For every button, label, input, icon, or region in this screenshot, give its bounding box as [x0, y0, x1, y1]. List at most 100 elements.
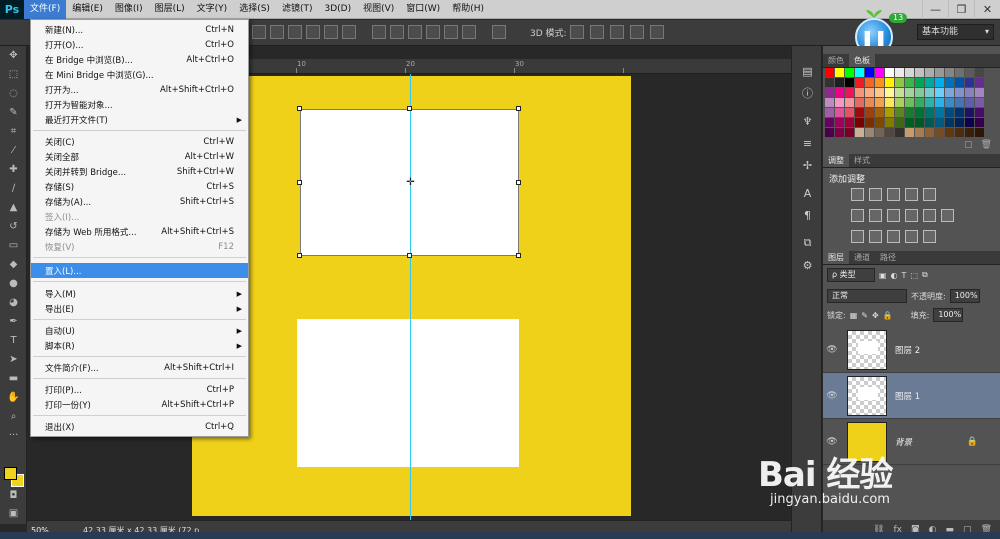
menu-item-scripts[interactable]: 脚本(R) ▶: [31, 338, 248, 353]
blend-mode-select[interactable]: 正常: [827, 289, 907, 303]
color-swatch[interactable]: [825, 108, 834, 117]
brush-panel-icon[interactable]: ≡: [792, 132, 823, 154]
color-swatch[interactable]: [935, 128, 944, 137]
color-swatch[interactable]: [975, 78, 984, 87]
color-swatch[interactable]: [895, 78, 904, 87]
color-swatch[interactable]: [855, 78, 864, 87]
curves-icon[interactable]: [887, 188, 900, 201]
color-swatch[interactable]: [945, 78, 954, 87]
transform-handle[interactable]: [516, 180, 521, 185]
transform-handle[interactable]: [297, 253, 302, 258]
tab-paths[interactable]: 路径: [875, 251, 901, 264]
color-swatch[interactable]: [835, 98, 844, 107]
color-swatch[interactable]: [975, 118, 984, 127]
healing-brush-tool-icon[interactable]: ✚: [0, 160, 27, 179]
trash-icon[interactable]: 🗑: [981, 140, 992, 150]
invert-icon[interactable]: [851, 230, 864, 243]
color-swatch[interactable]: [895, 98, 904, 107]
color-swatch[interactable]: [895, 128, 904, 137]
photo-filter-icon[interactable]: [905, 209, 918, 222]
color-swatch[interactable]: [925, 118, 934, 127]
color-swatch[interactable]: [955, 118, 964, 127]
color-swatch[interactable]: [955, 78, 964, 87]
menu-item-open[interactable]: 打开(O)... Ctrl+O: [31, 37, 248, 52]
color-swatch[interactable]: [885, 128, 894, 137]
filter-pixel-icon[interactable]: ▣: [879, 271, 887, 280]
color-swatch[interactable]: [875, 68, 884, 77]
color-swatch[interactable]: [965, 98, 974, 107]
menu-image[interactable]: 图像(I): [109, 0, 149, 19]
transform-handle[interactable]: [516, 253, 521, 258]
color-swatch[interactable]: [855, 108, 864, 117]
color-swatch[interactable]: [945, 128, 954, 137]
gradient-map-icon[interactable]: [923, 230, 936, 243]
path-select-tool-icon[interactable]: ➤: [0, 350, 27, 369]
color-swatch[interactable]: [925, 88, 934, 97]
fill-input[interactable]: 100%: [933, 308, 964, 322]
color-swatch[interactable]: [955, 98, 964, 107]
menu-item-place[interactable]: 置入(L)...: [31, 263, 248, 278]
color-swatch[interactable]: [955, 128, 964, 137]
color-swatch[interactable]: [885, 68, 894, 77]
vibrance-icon[interactable]: [923, 188, 936, 201]
color-swatch[interactable]: [865, 98, 874, 107]
color-swatch[interactable]: [925, 98, 934, 107]
tab-layers[interactable]: 图层: [823, 251, 849, 264]
quick-mask-icon[interactable]: ◘: [0, 486, 27, 505]
color-swatch[interactable]: [875, 128, 884, 137]
color-swatch[interactable]: [855, 68, 864, 77]
menu-item-recent-files[interactable]: 最近打开文件(T) ▶: [31, 112, 248, 127]
menu-type[interactable]: 文字(Y): [191, 0, 234, 19]
color-swatch[interactable]: [935, 98, 944, 107]
color-swatch[interactable]: [845, 98, 854, 107]
align-vcenter-icon[interactable]: [270, 25, 284, 39]
color-swatch[interactable]: [925, 78, 934, 87]
menu-window[interactable]: 窗口(W): [400, 0, 446, 19]
color-swatch[interactable]: [975, 68, 984, 77]
exposure-icon[interactable]: [905, 188, 918, 201]
shape-tool-icon[interactable]: ▬: [0, 369, 27, 388]
color-swatch[interactable]: [905, 128, 914, 137]
color-swatch[interactable]: [865, 128, 874, 137]
menu-item-save[interactable]: 存储(S) Ctrl+S: [31, 179, 248, 194]
tab-channels[interactable]: 通道: [849, 251, 875, 264]
history-panel-icon[interactable]: ▤: [792, 60, 823, 82]
color-swatch[interactable]: [865, 108, 874, 117]
color-swatch[interactable]: [855, 118, 864, 127]
eye-icon[interactable]: 👁: [823, 437, 841, 447]
color-swatch[interactable]: [915, 98, 924, 107]
color-swatch[interactable]: [935, 108, 944, 117]
color-swatch[interactable]: [895, 118, 904, 127]
color-swatch[interactable]: [845, 68, 854, 77]
zoom-tool-icon[interactable]: ⌕: [0, 407, 27, 426]
color-swatch[interactable]: [865, 88, 874, 97]
color-swatch[interactable]: [885, 98, 894, 107]
color-swatch[interactable]: [905, 108, 914, 117]
color-swatch[interactable]: [855, 98, 864, 107]
eyedropper-tool-icon[interactable]: ⁄: [0, 141, 27, 160]
lasso-tool-icon[interactable]: ◌: [0, 84, 27, 103]
color-swatch[interactable]: [945, 98, 954, 107]
transform-handle[interactable]: [407, 106, 412, 111]
color-swatch[interactable]: [855, 128, 864, 137]
color-swatch[interactable]: [875, 98, 884, 107]
color-swatch[interactable]: [865, 118, 874, 127]
lock-position-icon[interactable]: ✥: [872, 311, 879, 320]
distribute-bottom-icon[interactable]: [408, 25, 422, 39]
color-swatch[interactable]: [975, 88, 984, 97]
black-white-icon[interactable]: [887, 209, 900, 222]
color-swatch[interactable]: [955, 88, 964, 97]
menu-item-print-one-copy[interactable]: 打印一份(Y) Alt+Shift+Ctrl+P: [31, 397, 248, 412]
character-panel-icon[interactable]: A: [792, 182, 823, 204]
close-button[interactable]: ✕: [974, 0, 1000, 19]
clone-stamp-tool-icon[interactable]: ▲: [0, 198, 27, 217]
color-swatch[interactable]: [905, 88, 914, 97]
color-swatch[interactable]: [855, 88, 864, 97]
distribute-top-icon[interactable]: [372, 25, 386, 39]
menu-item-close[interactable]: 关闭(C) Ctrl+W: [31, 134, 248, 149]
color-swatch[interactable]: [975, 98, 984, 107]
color-swatch[interactable]: [885, 78, 894, 87]
menu-item-browse-mini-bridge[interactable]: 在 Mini Bridge 中浏览(G)...: [31, 67, 248, 82]
minimize-button[interactable]: —: [922, 0, 948, 19]
color-swatch[interactable]: [875, 78, 884, 87]
